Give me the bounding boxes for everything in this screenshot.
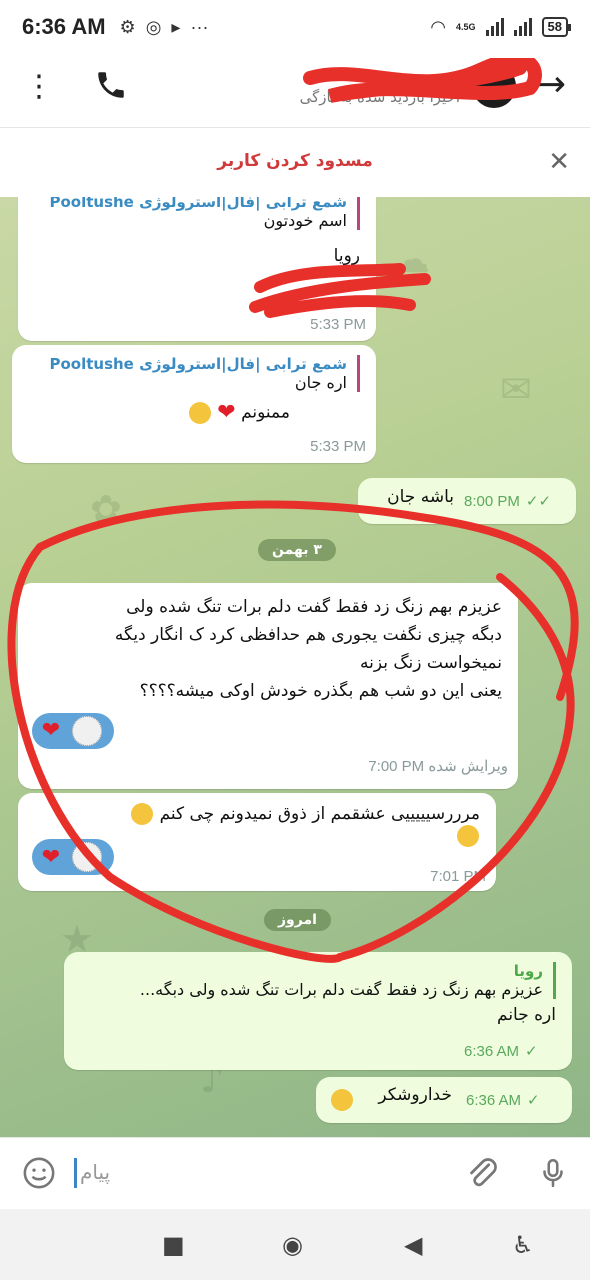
- mic-icon[interactable]: [536, 1154, 570, 1192]
- message-time: 5:33 PM: [310, 438, 366, 455]
- reply-author: شمع ترابی |فال|استرولوژی Pooltushe: [49, 197, 347, 211]
- heart-icon: ❤: [217, 400, 236, 425]
- reply-author: شمع ترابی |فال|استرولوژی Pooltushe: [49, 355, 347, 373]
- avatar[interactable]: [472, 64, 516, 108]
- message-bubble[interactable]: شمع ترابی |فال|استرولوژی Pooltushe اره ج…: [12, 345, 376, 463]
- podcast-icon: ◎: [145, 16, 162, 37]
- close-icon[interactable]: ✕: [548, 147, 570, 177]
- chat-header: ⋮ اخیراً بازدید شده به تازگی →: [0, 54, 590, 128]
- read-ticks-icon: ✓✓: [525, 493, 552, 510]
- message-time: 6:36 AM ✓: [464, 1043, 538, 1060]
- message-text: خداروشکر: [378, 1085, 452, 1105]
- message-bubble[interactable]: مرررسیییییی عشقمم از ذوق نمیدونم چی کنم …: [18, 793, 496, 891]
- more-dots-icon: ···: [190, 16, 209, 37]
- heart-icon: ❤: [41, 718, 61, 743]
- last-seen-subtitle: اخیراً بازدید شده به تازگی: [299, 88, 460, 106]
- accessibility-icon[interactable]: ♿: [512, 1231, 534, 1259]
- emoji-icon[interactable]: [22, 1156, 56, 1190]
- back-arrow-icon[interactable]: →: [536, 64, 566, 105]
- message-text: رویا: [333, 246, 360, 266]
- date-separator: ۳ بهمن: [258, 539, 336, 561]
- attach-icon[interactable]: [464, 1154, 500, 1192]
- phone-icon[interactable]: [94, 68, 128, 102]
- message-line: یعنی این دو شب هم بگذره خودش اوکی میشه؟؟…: [139, 681, 502, 701]
- reply-author: رویا: [513, 962, 543, 980]
- message-input[interactable]: پیام: [80, 1160, 110, 1184]
- text-cursor: [74, 1158, 77, 1188]
- message-time: 5:33 PM: [310, 316, 366, 333]
- status-bar: 6:36 AM ⚙ ◎ ▸ ··· ◠ 4.5G 58: [0, 0, 590, 54]
- system-nav-bar: ■ ◉ ◀ ♿: [0, 1209, 590, 1280]
- reactor-avatar: [72, 842, 102, 872]
- kiss-face-icon: [331, 1089, 353, 1111]
- sent-tick-icon: ✓: [525, 1043, 538, 1060]
- message-time: 7:01 PM: [430, 868, 486, 885]
- tear-face-icon: [188, 401, 211, 424]
- message-text: باشه جان: [387, 487, 454, 507]
- network-type: 4.5G: [456, 21, 476, 32]
- message-bubble[interactable]: شمع ترابی |فال|استرولوژی Pooltushe اسم خ…: [18, 197, 376, 341]
- message-line: دبگه چیزی نگفت یجوری هم حدافظی کرد ک انگ…: [114, 625, 502, 645]
- heart-icon: ❤: [41, 844, 61, 870]
- wallpaper-doodle: ✉: [500, 367, 532, 411]
- status-right: ◠ 4.5G 58: [430, 16, 572, 38]
- wallpaper-doodle: ✿: [90, 487, 122, 531]
- message-bubble[interactable]: عزیزم بهم زنگ زد فقط گفت دلم برات تنگ شد…: [18, 583, 518, 789]
- home-circle-icon[interactable]: ◉: [282, 1231, 303, 1259]
- message-text: اره جانم: [497, 1005, 556, 1025]
- reply-quote[interactable]: شمع ترابی |فال|استرولوژی Pooltushe اره ج…: [28, 355, 360, 392]
- recents-square-icon[interactable]: ■: [162, 1231, 185, 1259]
- message-time: 7:00 PM ویرایش شده: [368, 758, 508, 775]
- reply-quote[interactable]: شمع ترابی |فال|استرولوژی Pooltushe اسم خ…: [34, 197, 360, 230]
- message-text: ممنونم: [241, 402, 290, 423]
- signal-2-icon: [513, 18, 532, 36]
- sent-tick-icon: ✓: [527, 1092, 540, 1109]
- message-time: 6:36 AM ✓: [466, 1092, 540, 1109]
- message-bubble-outgoing[interactable]: خداروشکر 6:36 AM ✓: [316, 1077, 572, 1123]
- settings-gear-icon: ⚙: [119, 16, 136, 37]
- message-line: عزیزم بهم زنگ زد فقط گفت دلم برات تنگ شد…: [126, 597, 502, 617]
- wallpaper-doodle: ☁: [392, 237, 430, 281]
- reply-quote[interactable]: رویا عزیزم بهم زنگ زد فقط گفت دلم برات ت…: [80, 962, 556, 999]
- back-triangle-icon[interactable]: ◀: [404, 1231, 422, 1259]
- message-bubble-outgoing[interactable]: رویا عزیزم بهم زنگ زد فقط گفت دلم برات ت…: [64, 952, 572, 1070]
- message-time: 8:00 PM ✓✓: [464, 493, 552, 510]
- reply-text: عزیزم بهم زنگ زد فقط گفت دلم برات تنگ شد…: [139, 980, 543, 999]
- block-user-button[interactable]: مسدود کردن کاربر: [0, 151, 590, 171]
- message-input-bar: پیام: [0, 1137, 590, 1210]
- reaction-chip[interactable]: ❤: [32, 839, 114, 875]
- kebab-icon[interactable]: ⋮: [24, 72, 54, 102]
- reaction-chip[interactable]: ❤: [32, 713, 114, 749]
- date-separator: امروز: [264, 909, 331, 931]
- pleading-face-icon: [457, 825, 479, 847]
- block-user-bar: مسدود کردن کاربر ✕: [0, 129, 590, 198]
- message-line: نمیخواست زنگ بزنه: [359, 653, 502, 673]
- edited-label: ویرایش شده: [428, 758, 508, 775]
- reply-text: اسم خودتون: [263, 211, 347, 230]
- battery-icon: 58: [541, 17, 572, 37]
- chat-area[interactable]: ☁ ✉ ✿ ☂ ★ ♪ شمع ترابی |فال|استرولوژی Poo…: [0, 197, 590, 1137]
- pleading-face-icon: [131, 803, 154, 825]
- reactor-avatar: [72, 716, 102, 746]
- signal-1-icon: [485, 18, 504, 36]
- message-bubble-outgoing[interactable]: باشه جان 8:00 PM ✓✓: [358, 478, 576, 524]
- status-time: 6:36 AM: [22, 14, 106, 39]
- play-icon: ▸: [171, 16, 181, 37]
- reply-text: اره جان: [294, 373, 347, 392]
- message-text: مرررسیییییی عشقمم از ذوق نمیدونم چی کنم: [159, 804, 480, 824]
- wifi-icon: ◠: [430, 16, 447, 37]
